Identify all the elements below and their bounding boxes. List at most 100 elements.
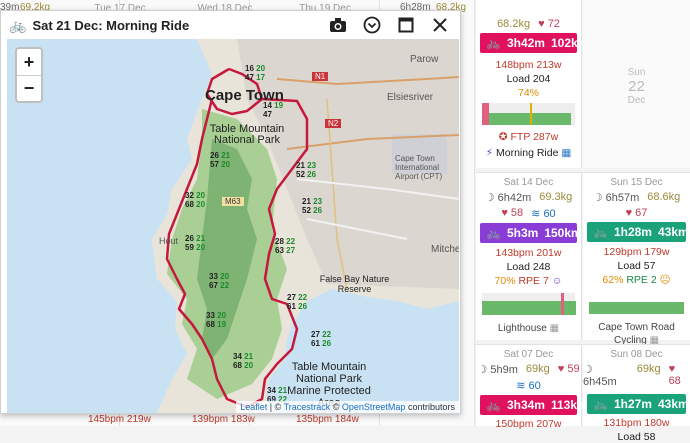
ride-percent: 70% [494, 275, 516, 287]
day-sat-21-metrics: 68.2kg ♥ 72 [476, 18, 581, 30]
datapoint-9: 33 20 67 22 [209, 272, 230, 290]
leaflet-link[interactable]: Leaflet [240, 402, 267, 412]
weight-value: 68.6kg [647, 191, 681, 203]
day-sun-15-metrics: ☽ 6h57m 68.6kg [583, 191, 690, 204]
ride-power-chart [482, 293, 576, 315]
ride-time: 3h34m [506, 398, 545, 412]
map-label-n2: N2 [325, 119, 342, 128]
day-header: Sat 14 Dec [503, 177, 554, 188]
day-header: Sat 07 Dec [503, 349, 554, 360]
datapoint-5: 21 23 52 26 [302, 197, 323, 215]
day-sun-08-metrics: ☽ 6h45m 69kg ♥ 68 [583, 363, 690, 388]
ride-load: Load 57 [617, 260, 656, 272]
day-sat-14[interactable]: Sat 14 Dec ☽ 6h42m 69.3kg ♥ 58 ≋ 60 🚲 5h… [476, 172, 582, 340]
ride-time: 1h27m [613, 397, 652, 411]
ride-rpe: RPE 7 [518, 275, 549, 287]
sleep-time: 5h9m [490, 364, 518, 376]
zoom-in-button[interactable]: + [17, 49, 41, 75]
tracestrack-link[interactable]: Tracestrack [284, 402, 331, 412]
datapoint-4: 21 23 52 26 [296, 161, 317, 179]
day-sun-15[interactable]: Sun 15 Dec ☽ 6h57m 68.6kg ♥ 67 🚲 1h28m 4… [583, 172, 690, 346]
resting-hr-value: ♥ 68 [668, 363, 681, 387]
route-map[interactable]: + − N1 N2 M63 Parow Elsiesriver Cape Tow… [7, 39, 459, 413]
datapoint-12: 27 22 61 26 [311, 330, 332, 348]
moon-icon: ☽ 6h45m [583, 364, 617, 388]
popup-toolbar [328, 15, 460, 35]
ride-tag-1[interactable]: Cape Town Road [583, 322, 690, 333]
ride-tag[interactable]: Lighthouse [498, 323, 547, 334]
activity-icon: ⚡ [485, 147, 494, 159]
day-header: Sun 15 Dec [610, 177, 663, 188]
hrv-value: 60 [543, 208, 556, 220]
resting-hr-value: ♥ 72 [538, 18, 560, 30]
day-sun-22[interactable]: Sun 22 Dec [583, 0, 690, 168]
map-label-elsiesriver: Elsiesriver [387, 92, 434, 103]
zzz-icon: ≋ 60 [531, 208, 556, 220]
attribution-suffix: contributors [407, 402, 455, 412]
bottom-stat-2: 139bpm 183w [192, 414, 255, 425]
ride-power-chart [589, 292, 684, 314]
map-icon[interactable]: ▦ [561, 147, 571, 159]
ride-time: 1h28m [613, 225, 652, 239]
datapoint-7: 26 21 59 20 [185, 234, 206, 252]
map-label-parow: Parow [410, 54, 439, 65]
ride-bar-sat-07[interactable]: 🚲 3h34m 113km [480, 395, 588, 415]
resting-hr-value: ♥ 59 [557, 363, 580, 375]
sleep-time: 6h42m [497, 192, 532, 204]
resting-hr-number: 58 [510, 207, 524, 219]
ride-name[interactable]: Morning Ride [496, 147, 558, 159]
datapoint-1: 16 20 47 17 [245, 64, 266, 82]
osm-link[interactable]: OpenStreetMap [342, 402, 406, 412]
zoom-control: + − [15, 47, 43, 103]
ride-name-row[interactable]: ⚡ Morning Ride ▦ [476, 147, 581, 159]
weight-value: 68.2kg [497, 18, 531, 30]
camera-icon[interactable] [328, 15, 348, 35]
popup-title: Sat 21 Dec: Morning Ride [32, 17, 190, 33]
map-label-airport: Cape Town International Airport (CPT) [395, 154, 443, 181]
datapoint-3: 26 21 57 20 [210, 151, 231, 169]
close-icon[interactable] [430, 15, 450, 35]
weight-value: 69kg [636, 363, 661, 375]
ride-distance: 150km [544, 226, 582, 240]
day-sat-21[interactable]: 68.2kg ♥ 72 🚲 3h42m 102km 148bpm 213w Lo… [476, 0, 588, 168]
ride-tag-row[interactable]: Lighthouse ▦ [476, 323, 581, 334]
map-attribution: Leaflet | © Tracestrack © OpenStreetMap … [236, 401, 459, 413]
hrv-value: 60 [528, 380, 541, 392]
ride-hr-watts: 143bpm 201w [495, 247, 562, 259]
download-icon[interactable] [362, 15, 382, 35]
day-sun-08[interactable]: Sun 08 Dec ☽ 6h45m 69kg ♥ 68 🚲 1h27m 43k… [583, 344, 690, 443]
ride-rpe: RPE 2 [626, 274, 657, 286]
ftp-value: FTP 287w [510, 131, 559, 143]
ride-bar-lighthouse[interactable]: 🚲 5h3m 150km [480, 223, 582, 243]
datapoint-11: 33 20 68 19 [206, 311, 227, 329]
moon-icon: ☽ 6h42m [484, 192, 532, 204]
zoom-out-button[interactable]: − [17, 75, 41, 101]
day-sun-15-metrics-2: ♥ 67 [583, 207, 690, 219]
datapoint-13: 34 21 68 20 [233, 352, 254, 370]
sleep-time: 6h45m [583, 376, 617, 388]
ride-pct-rpe: 70% RPE 7 ☺ [476, 275, 581, 287]
bike-icon: 🚲 [9, 16, 27, 33]
map-icon[interactable]: ▦ [550, 323, 559, 334]
ride-map-popup: 🚲 Sat 21 Dec: Morning Ride + − N1 N2 M63… [0, 10, 461, 414]
map-label-m63: M63 [222, 197, 244, 206]
map-label-false-bay: False Bay Nature Reserve [319, 274, 390, 294]
bike-icon: 🚲 [486, 398, 501, 412]
day-sat-07[interactable]: Sat 07 Dec ☽ 5h9m 69kg ♥ 59 ≋ 60 🚲 3h34m… [476, 344, 588, 430]
ride-bar-sun-08[interactable]: 🚲 1h27m 43km [587, 394, 689, 414]
datapoint-10: 27 22 61 26 [287, 293, 308, 311]
resting-hr-number: 68 [668, 375, 681, 387]
bike-icon: 🚲 [486, 226, 501, 240]
weight-value: 69.3kg [539, 191, 573, 203]
ride-load: Load 204 [506, 73, 551, 85]
ride-distance: 43km [657, 397, 689, 411]
moon-icon: ☽ 6h57m [592, 192, 640, 204]
maximize-icon[interactable] [396, 15, 416, 35]
ride-bar-morning-ride[interactable]: 🚲 3h42m 102km [480, 33, 588, 53]
ride-load: Load 248 [506, 261, 551, 273]
bike-icon: 🚲 [593, 225, 608, 239]
ride-hr-watts: 129bpm 179w [603, 246, 670, 258]
bike-icon: 🚲 [593, 397, 608, 411]
bottom-stat-1: 145bpm 219w [88, 414, 151, 425]
ride-bar-cape-town[interactable]: 🚲 1h28m 43km [587, 222, 689, 242]
